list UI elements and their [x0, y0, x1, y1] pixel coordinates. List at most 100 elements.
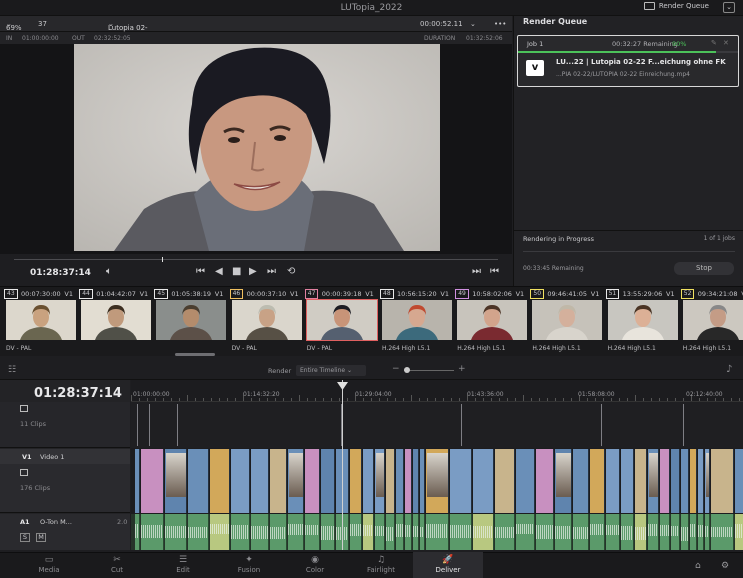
clip-thumbnail[interactable]: 5209:34:21:08V1 H.264 High L5.1 [680, 288, 743, 354]
clip-title[interactable]: Lutopia 02-22 Feinschnitt Endfassung Exp… [108, 20, 149, 80]
audio-clip[interactable] [231, 514, 250, 550]
audio-meter-icon[interactable]: ♪ [726, 364, 732, 375]
loop-icon[interactable]: ⟲ [287, 266, 295, 277]
audio-clip[interactable] [711, 514, 734, 550]
v2-clip[interactable] [601, 404, 602, 446]
audio-clip[interactable] [671, 514, 680, 550]
video-clip[interactable] [516, 449, 535, 513]
video-clip[interactable] [660, 449, 670, 513]
clip-thumbnail[interactable]: 46 00:00:37:10 V1 DV - PAL [229, 288, 303, 354]
zoom-select[interactable]: 69% ⌄ [6, 20, 22, 32]
video-clip[interactable] [681, 449, 689, 513]
v2-clip[interactable] [149, 404, 150, 446]
audio-clip[interactable] [681, 514, 689, 550]
strip-scrollbar[interactable] [175, 353, 215, 356]
audio-clip[interactable] [621, 514, 634, 550]
chevron-down-icon[interactable]: ⌄ [470, 20, 476, 28]
v2-clip[interactable] [683, 404, 684, 446]
audio-clip[interactable] [536, 514, 554, 550]
zoom-in-icon[interactable]: + [458, 364, 466, 374]
video-clip[interactable] [210, 449, 230, 513]
clip-thumbnail[interactable]: 44 01:04:42:07 V1 [78, 288, 152, 354]
video-clip[interactable] [606, 449, 620, 513]
video-clip[interactable] [698, 449, 704, 513]
audio-clip[interactable] [648, 514, 659, 550]
page-tab-fairlight[interactable]: ♫ Fairlight [346, 552, 416, 578]
clip-thumbnail[interactable]: 50 09:46:41:05 V1 H.264 High L5.1 [529, 288, 603, 354]
chevron-down-icon[interactable]: ⌄ [723, 2, 735, 13]
play-icon[interactable]: ▶ [249, 266, 257, 277]
video-clip[interactable] [288, 449, 304, 513]
audio-clip[interactable] [321, 514, 335, 550]
audio-clip[interactable] [188, 514, 209, 550]
render-queue-toggle[interactable]: Render Queue [643, 2, 709, 10]
video-clip[interactable] [135, 449, 140, 513]
audio-clip[interactable] [251, 514, 269, 550]
video-clip[interactable] [735, 449, 743, 513]
render-job-card[interactable]: Job 1 00:32:27 Remaining 90% ✎ ✕ v LU...… [517, 35, 739, 87]
playhead[interactable] [342, 380, 343, 550]
video-clip[interactable] [231, 449, 250, 513]
video-clip[interactable] [621, 449, 634, 513]
zoom-slider-knob[interactable] [404, 367, 410, 373]
close-icon[interactable]: ✕ [723, 39, 729, 47]
audio-clip[interactable] [396, 514, 404, 550]
page-tab-color[interactable]: ◉ Color [280, 552, 350, 578]
home-icon[interactable]: ⌂ [695, 561, 701, 571]
video-clip[interactable] [420, 449, 425, 513]
clip-thumbnail[interactable]: 47 00:00:39:18 V1 DV - PAL [304, 288, 378, 354]
audio-clip[interactable] [270, 514, 287, 550]
video-clip[interactable] [555, 449, 572, 513]
video-clip[interactable] [495, 449, 515, 513]
audio-clip[interactable] [660, 514, 670, 550]
audio-clip[interactable] [413, 514, 419, 550]
solo-button[interactable]: S [20, 533, 30, 542]
audio-clip[interactable] [450, 514, 472, 550]
edit-icon[interactable]: ✎ [711, 39, 717, 47]
audio-clip[interactable] [135, 514, 140, 550]
video-clip[interactable] [473, 449, 494, 513]
v2-clip[interactable] [137, 404, 138, 446]
audio-clip[interactable] [573, 514, 589, 550]
track-header-v2[interactable]: 11 Clips [0, 402, 130, 448]
audio-clip[interactable] [405, 514, 412, 550]
stop-button[interactable]: Stop [674, 262, 734, 275]
gear-icon[interactable]: ⚙ [721, 561, 729, 571]
video-clip[interactable] [450, 449, 472, 513]
audio-clip[interactable] [305, 514, 320, 550]
clip-thumbnail[interactable]: 43 00:07:30:00 V1 DV - PAL [3, 288, 77, 354]
video-clip[interactable] [413, 449, 419, 513]
audio-clip[interactable] [363, 514, 374, 550]
previous-clip-icon[interactable]: ⏭ [472, 266, 481, 277]
video-clip[interactable] [375, 449, 385, 513]
audio-clip[interactable] [420, 514, 425, 550]
video-clip[interactable] [405, 449, 412, 513]
zoom-out-icon[interactable]: − [392, 364, 400, 374]
video-clip[interactable] [270, 449, 287, 513]
track-v1[interactable] [131, 449, 743, 513]
last-frame-icon[interactable]: ⏭ [267, 266, 276, 277]
page-tab-edit[interactable]: ☰ Edit [148, 552, 218, 578]
page-tab-cut[interactable]: ✂ Cut [82, 552, 152, 578]
page-tab-media[interactable]: ▭ Media [14, 552, 84, 578]
audio-clip[interactable] [165, 514, 187, 550]
video-clip[interactable] [711, 449, 734, 513]
audio-clip[interactable] [375, 514, 385, 550]
play-reverse-icon[interactable]: ◀ [215, 266, 223, 277]
audio-clip[interactable] [635, 514, 647, 550]
video-clip[interactable] [251, 449, 269, 513]
video-clip[interactable] [573, 449, 589, 513]
audio-clip[interactable] [426, 514, 449, 550]
first-frame-icon[interactable]: ⏮ [196, 266, 205, 277]
video-clip[interactable] [536, 449, 554, 513]
page-tab-deliver[interactable]: 🚀 Deliver [413, 552, 483, 578]
video-clip[interactable] [350, 449, 362, 513]
page-tab-fusion[interactable]: ✦ Fusion [214, 552, 284, 578]
audio-clip[interactable] [141, 514, 164, 550]
audio-clip[interactable] [606, 514, 620, 550]
video-clip[interactable] [363, 449, 374, 513]
zoom-slider[interactable] [404, 370, 454, 371]
clip-thumbnail[interactable]: 49 10:58:02:06 V1 H.264 High L5.1 [454, 288, 528, 354]
clip-thumbnail[interactable]: 45 01:05:38:19 V1 [153, 288, 227, 354]
clip-thumbnail[interactable]: 51 13:55:29:06 V1 H.264 High L5.1 [605, 288, 679, 354]
